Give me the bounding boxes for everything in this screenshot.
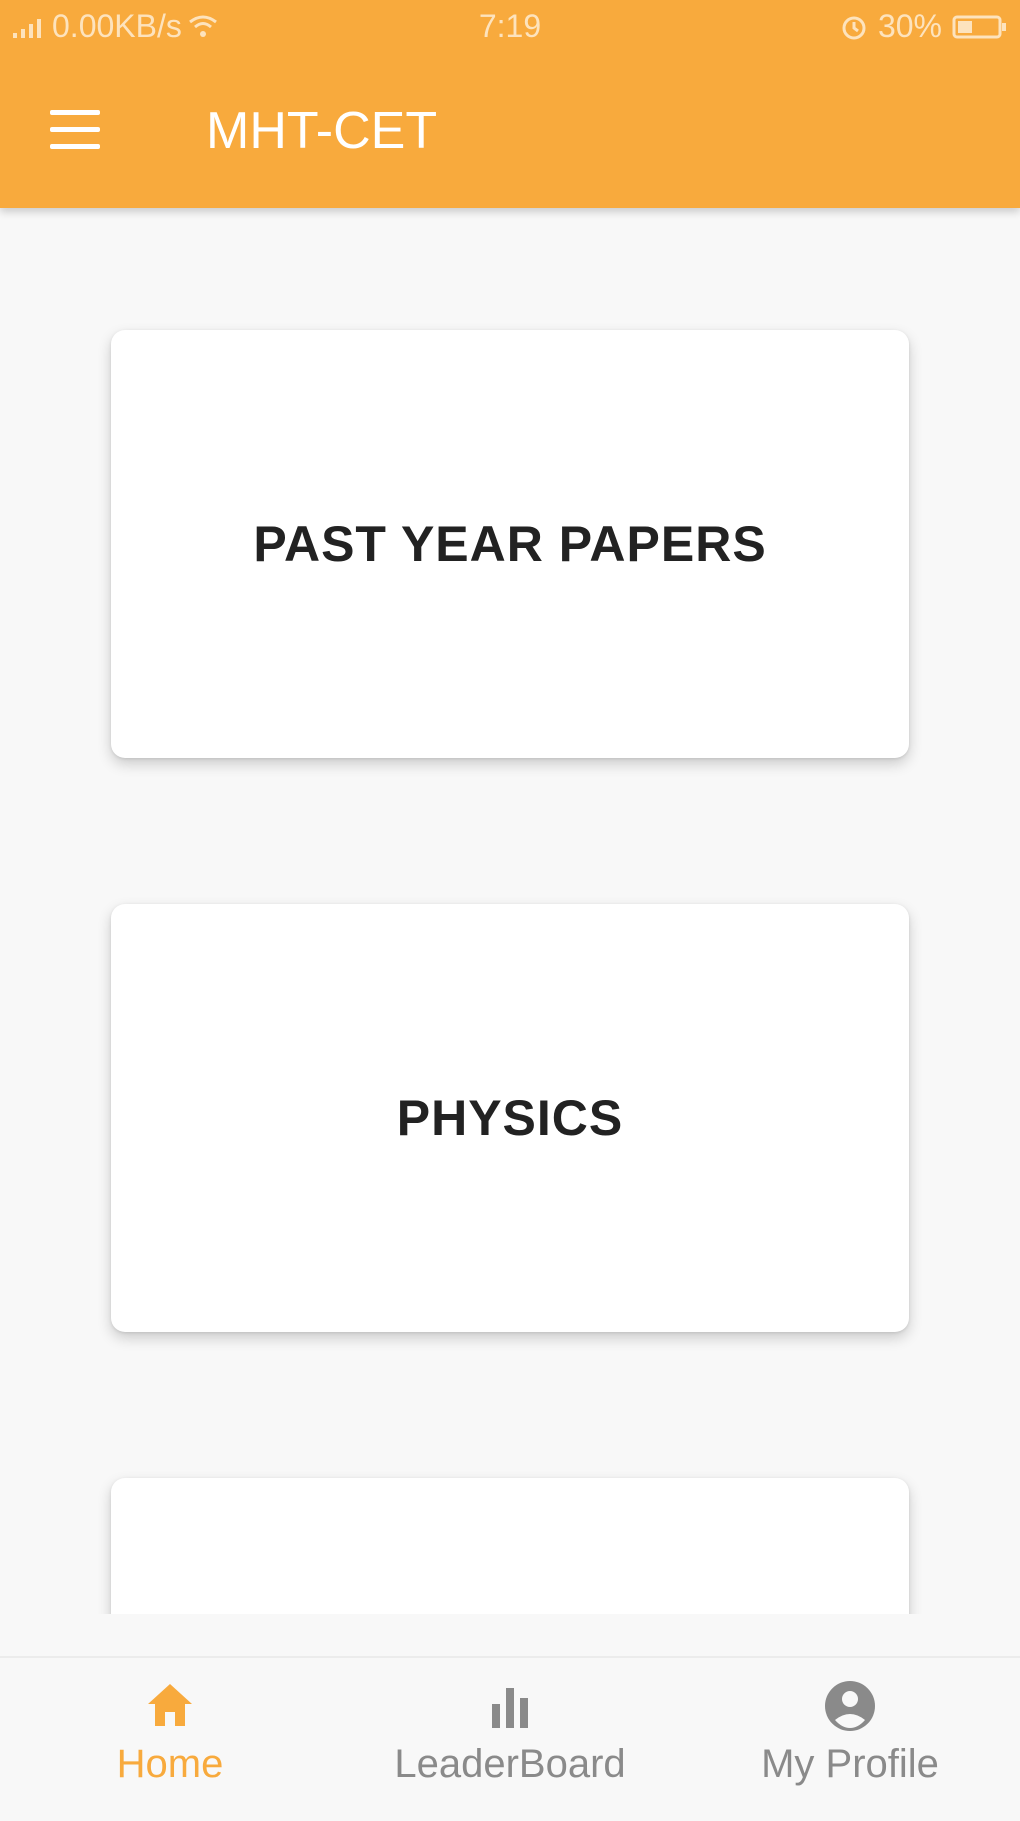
bottom-navigation: Home LeaderBoard My Profile	[0, 1656, 1020, 1821]
status-bar: 0.00KB/s 7:19 30%	[0, 0, 1020, 52]
nav-label-home: Home	[116, 1742, 224, 1786]
nav-leaderboard[interactable]: LeaderBoard	[360, 1678, 660, 1787]
card-label: PAST YEAR PAPERS	[253, 516, 767, 572]
nav-label-my-profile: My Profile	[761, 1742, 939, 1786]
battery-icon	[952, 15, 1006, 38]
menu-button[interactable]	[44, 102, 106, 158]
status-right: 30%	[840, 8, 1008, 45]
app-bar: MHT-CET	[0, 52, 1020, 208]
header: 0.00KB/s 7:19 30% MHT-CET	[0, 0, 1020, 208]
home-icon	[148, 1684, 192, 1726]
battery-percent: 30%	[877, 8, 942, 44]
card-physics[interactable]: PHYSICS	[111, 904, 909, 1332]
card-label: PHYSICS	[396, 1090, 624, 1146]
nav-home[interactable]: Home	[20, 1678, 320, 1787]
nav-label-leaderboard: LeaderBoard	[394, 1742, 626, 1786]
nav-my-profile[interactable]: My Profile	[700, 1678, 1000, 1787]
card-third[interactable]	[111, 1478, 909, 1614]
app-title: MHT-CET	[206, 102, 438, 160]
alarm-icon	[842, 16, 866, 39]
leaderboard-icon	[492, 1688, 528, 1728]
card-past-year-papers[interactable]: PAST YEAR PAPERS	[111, 330, 909, 758]
content-list[interactable]: PAST YEAR PAPERS PHYSICS	[0, 208, 1020, 1614]
profile-icon	[825, 1681, 875, 1731]
